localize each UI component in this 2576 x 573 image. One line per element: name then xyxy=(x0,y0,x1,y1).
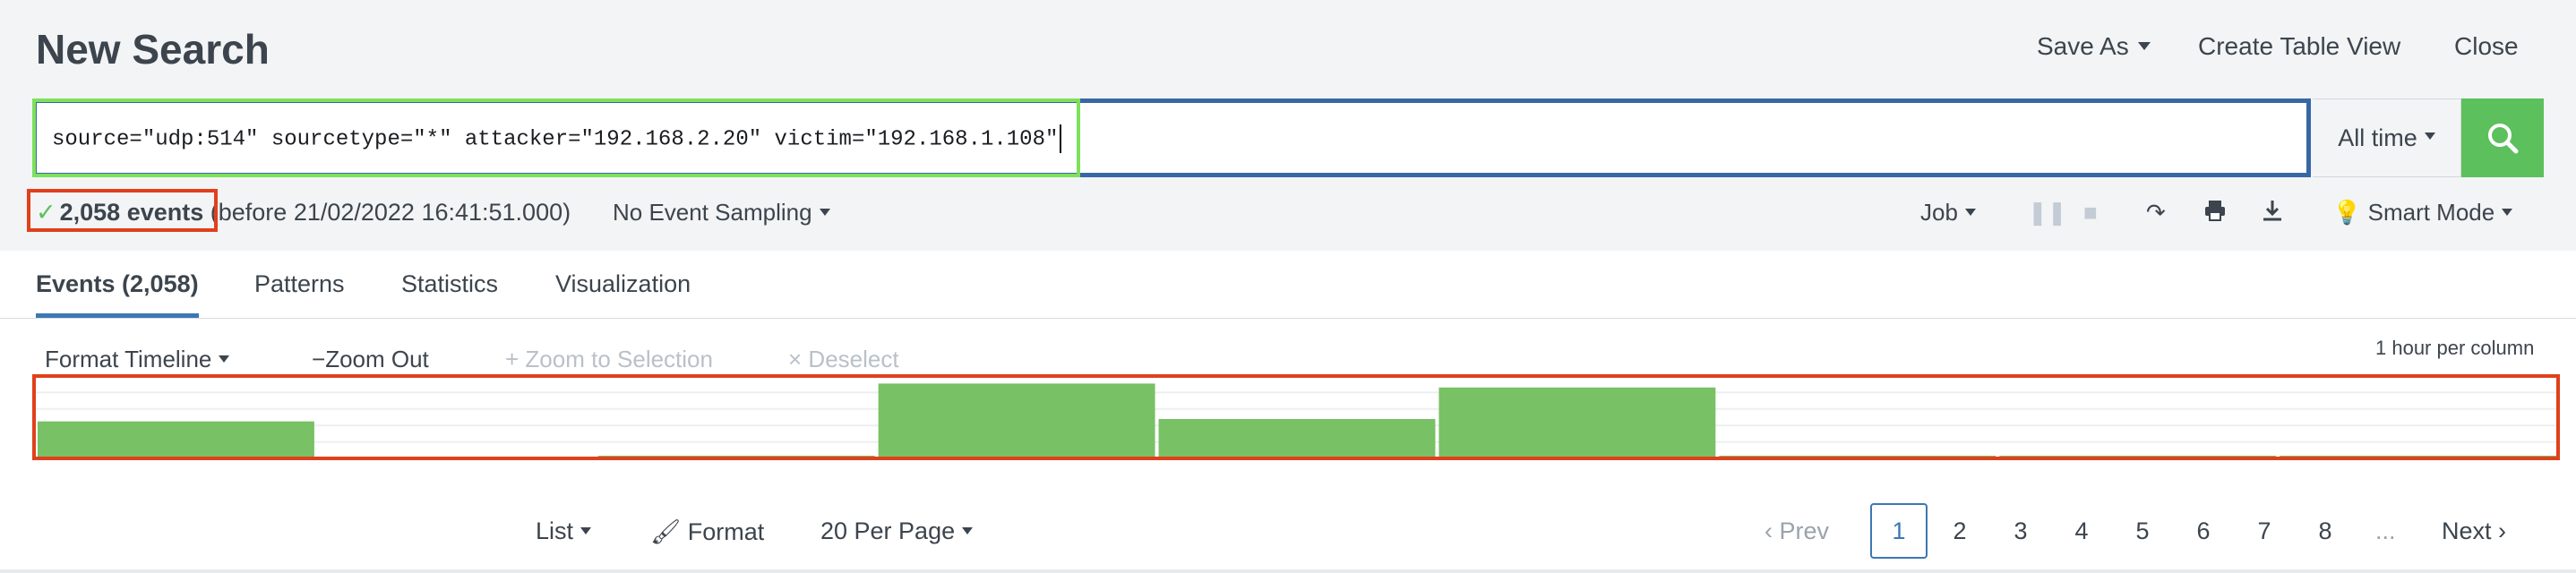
close-button[interactable]: Close xyxy=(2454,32,2519,61)
caret-down-icon xyxy=(1964,209,1976,217)
events-count-highlight-box xyxy=(27,189,218,232)
caret-down-icon xyxy=(2137,42,2151,51)
page-8[interactable]: 8 xyxy=(2297,503,2354,559)
tab-events[interactable]: Events (2,058) xyxy=(36,270,199,298)
job-label: Job xyxy=(1920,199,1958,226)
chevron-left-icon: ‹ xyxy=(1765,517,1773,544)
download-glyph xyxy=(2263,201,2281,221)
tab-patterns[interactable]: Patterns xyxy=(254,270,345,298)
per-page-menu[interactable]: 20 Per Page xyxy=(820,517,974,545)
zoom-selection-label: Zoom to Selection xyxy=(525,346,713,372)
tab-visualization[interactable]: Visualization xyxy=(555,270,691,298)
column-resolution-note: 1 hour per column xyxy=(2375,337,2535,359)
minus-icon: − xyxy=(312,346,326,372)
search-query: source="udp:514" sourcetype="*" attacker… xyxy=(52,127,1059,152)
deselect-button[interactable]: × Deselect xyxy=(788,346,899,373)
prev-label: Prev xyxy=(1779,517,1830,544)
caret-down-icon xyxy=(2502,209,2513,217)
events-before-text: (before 21/02/2022 16:41:51.000) xyxy=(210,199,571,226)
search-query-text[interactable]: source="udp:514" sourcetype="*" attacker… xyxy=(52,124,1062,153)
search-icon xyxy=(2488,124,2519,154)
deselect-label: Deselect xyxy=(808,346,899,372)
format-timeline-label: Format Timeline xyxy=(45,346,212,372)
x-icon: × xyxy=(788,346,803,372)
share-icon[interactable]: ↷ xyxy=(2146,199,2166,227)
page-1[interactable]: 1 xyxy=(1870,503,1928,559)
create-table-view-button[interactable]: Create Table View xyxy=(2198,32,2400,61)
list-label: List xyxy=(536,517,574,544)
page-4[interactable]: 4 xyxy=(2053,503,2110,559)
lightbulb-icon: 💡 xyxy=(2332,199,2362,226)
pause-icon[interactable]: ❚❚ xyxy=(2028,199,2067,227)
caret-down-icon xyxy=(580,526,592,535)
time-range-label: All time xyxy=(2338,124,2417,151)
save-as-label: Save As xyxy=(2037,32,2129,60)
print-icon[interactable] xyxy=(2203,199,2227,228)
prev-page-button[interactable]: ‹ Prev xyxy=(1765,517,1829,545)
timeline-highlight-box xyxy=(32,374,2560,460)
per-page-label: 20 Per Page xyxy=(820,517,956,544)
page-6[interactable]: 6 xyxy=(2175,503,2232,559)
page-3[interactable]: 3 xyxy=(1992,503,2049,559)
job-menu[interactable]: Job xyxy=(1920,199,1976,227)
event-sampling-label: No Event Sampling xyxy=(613,199,812,226)
tab-statistics[interactable]: Statistics xyxy=(401,270,498,298)
pagination-ellipsis: ... xyxy=(2375,517,2396,544)
smart-mode-label: Smart Mode xyxy=(2367,199,2495,226)
text-cursor xyxy=(1060,124,1062,153)
export-icon[interactable] xyxy=(2261,199,2284,228)
plus-icon: + xyxy=(505,346,519,372)
smart-mode-menu[interactable]: 💡 Smart Mode xyxy=(2332,199,2513,227)
time-range-picker[interactable]: All time xyxy=(2313,98,2461,177)
caret-down-icon xyxy=(962,526,974,535)
printer-glyph xyxy=(2205,201,2225,221)
page-2[interactable]: 2 xyxy=(1931,503,1988,559)
caret-down-icon xyxy=(2424,133,2435,140)
format-label: Format xyxy=(687,518,765,545)
tabs-bar xyxy=(0,251,2576,319)
save-as-button[interactable]: Save As xyxy=(2037,32,2151,61)
zoom-out-label: Zoom Out xyxy=(325,346,429,372)
zoom-to-selection-button[interactable]: + Zoom to Selection xyxy=(505,346,713,373)
stop-icon[interactable]: ■ xyxy=(2083,199,2098,227)
page-7[interactable]: 7 xyxy=(2236,503,2293,559)
brush-icon: 🖌 xyxy=(650,518,682,545)
format-button[interactable]: 🖌 Format xyxy=(650,517,764,546)
zoom-out-button[interactable]: −Zoom Out xyxy=(312,346,429,373)
page-5[interactable]: 5 xyxy=(2114,503,2171,559)
page-title: New Search xyxy=(36,26,270,73)
next-page-button[interactable]: Next › xyxy=(2442,517,2506,545)
search-button[interactable] xyxy=(2461,98,2544,177)
format-timeline-button[interactable]: Format Timeline xyxy=(45,346,230,373)
chevron-right-icon: › xyxy=(2498,517,2507,544)
list-view-menu[interactable]: List xyxy=(536,517,592,545)
next-label: Next xyxy=(2442,517,2492,544)
event-sampling-dropdown[interactable]: No Event Sampling xyxy=(613,199,830,227)
caret-down-icon xyxy=(819,209,830,217)
caret-down-icon xyxy=(219,355,230,363)
footer-divider xyxy=(0,569,2576,573)
